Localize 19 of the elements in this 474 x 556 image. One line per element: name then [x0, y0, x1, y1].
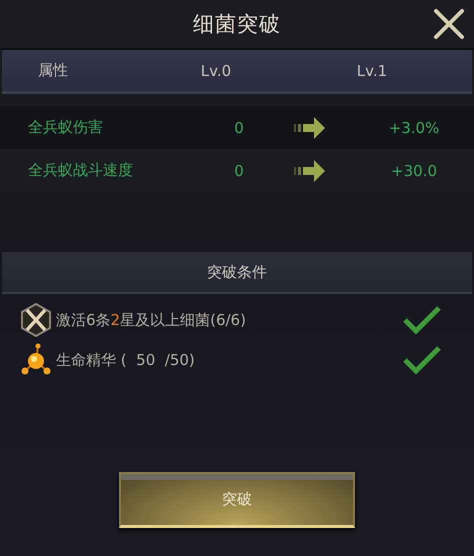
breakthrough-button[interactable]: 突破 — [119, 472, 355, 528]
column-header: Lv.1 — [356, 62, 388, 80]
next-value: +30.0 — [390, 162, 438, 180]
glowing-orb-icon — [20, 343, 52, 377]
crossed-swords-icon — [20, 303, 52, 337]
close-button[interactable] — [432, 7, 466, 41]
column-header: Lv.0 — [200, 62, 232, 80]
current-value: 0 — [233, 162, 245, 180]
arrow-icon — [292, 116, 326, 138]
attribute-name: 全兵蚁伤害 — [28, 118, 104, 137]
section-title: 突破条件 — [207, 262, 267, 282]
condition-text: 生命精华 ( 50 /50) — [56, 350, 196, 370]
column-header: 属性 — [38, 61, 69, 80]
attribute-name: 全兵蚁战斗速度 — [28, 161, 134, 180]
window-title: 细菌突破 — [193, 11, 281, 38]
current-value: 0 — [233, 118, 245, 136]
next-value: +3.0% — [388, 118, 440, 136]
condition-text: 激活6条2星及以上细菌(6/6) — [56, 310, 247, 330]
arrow-icon — [292, 160, 326, 182]
